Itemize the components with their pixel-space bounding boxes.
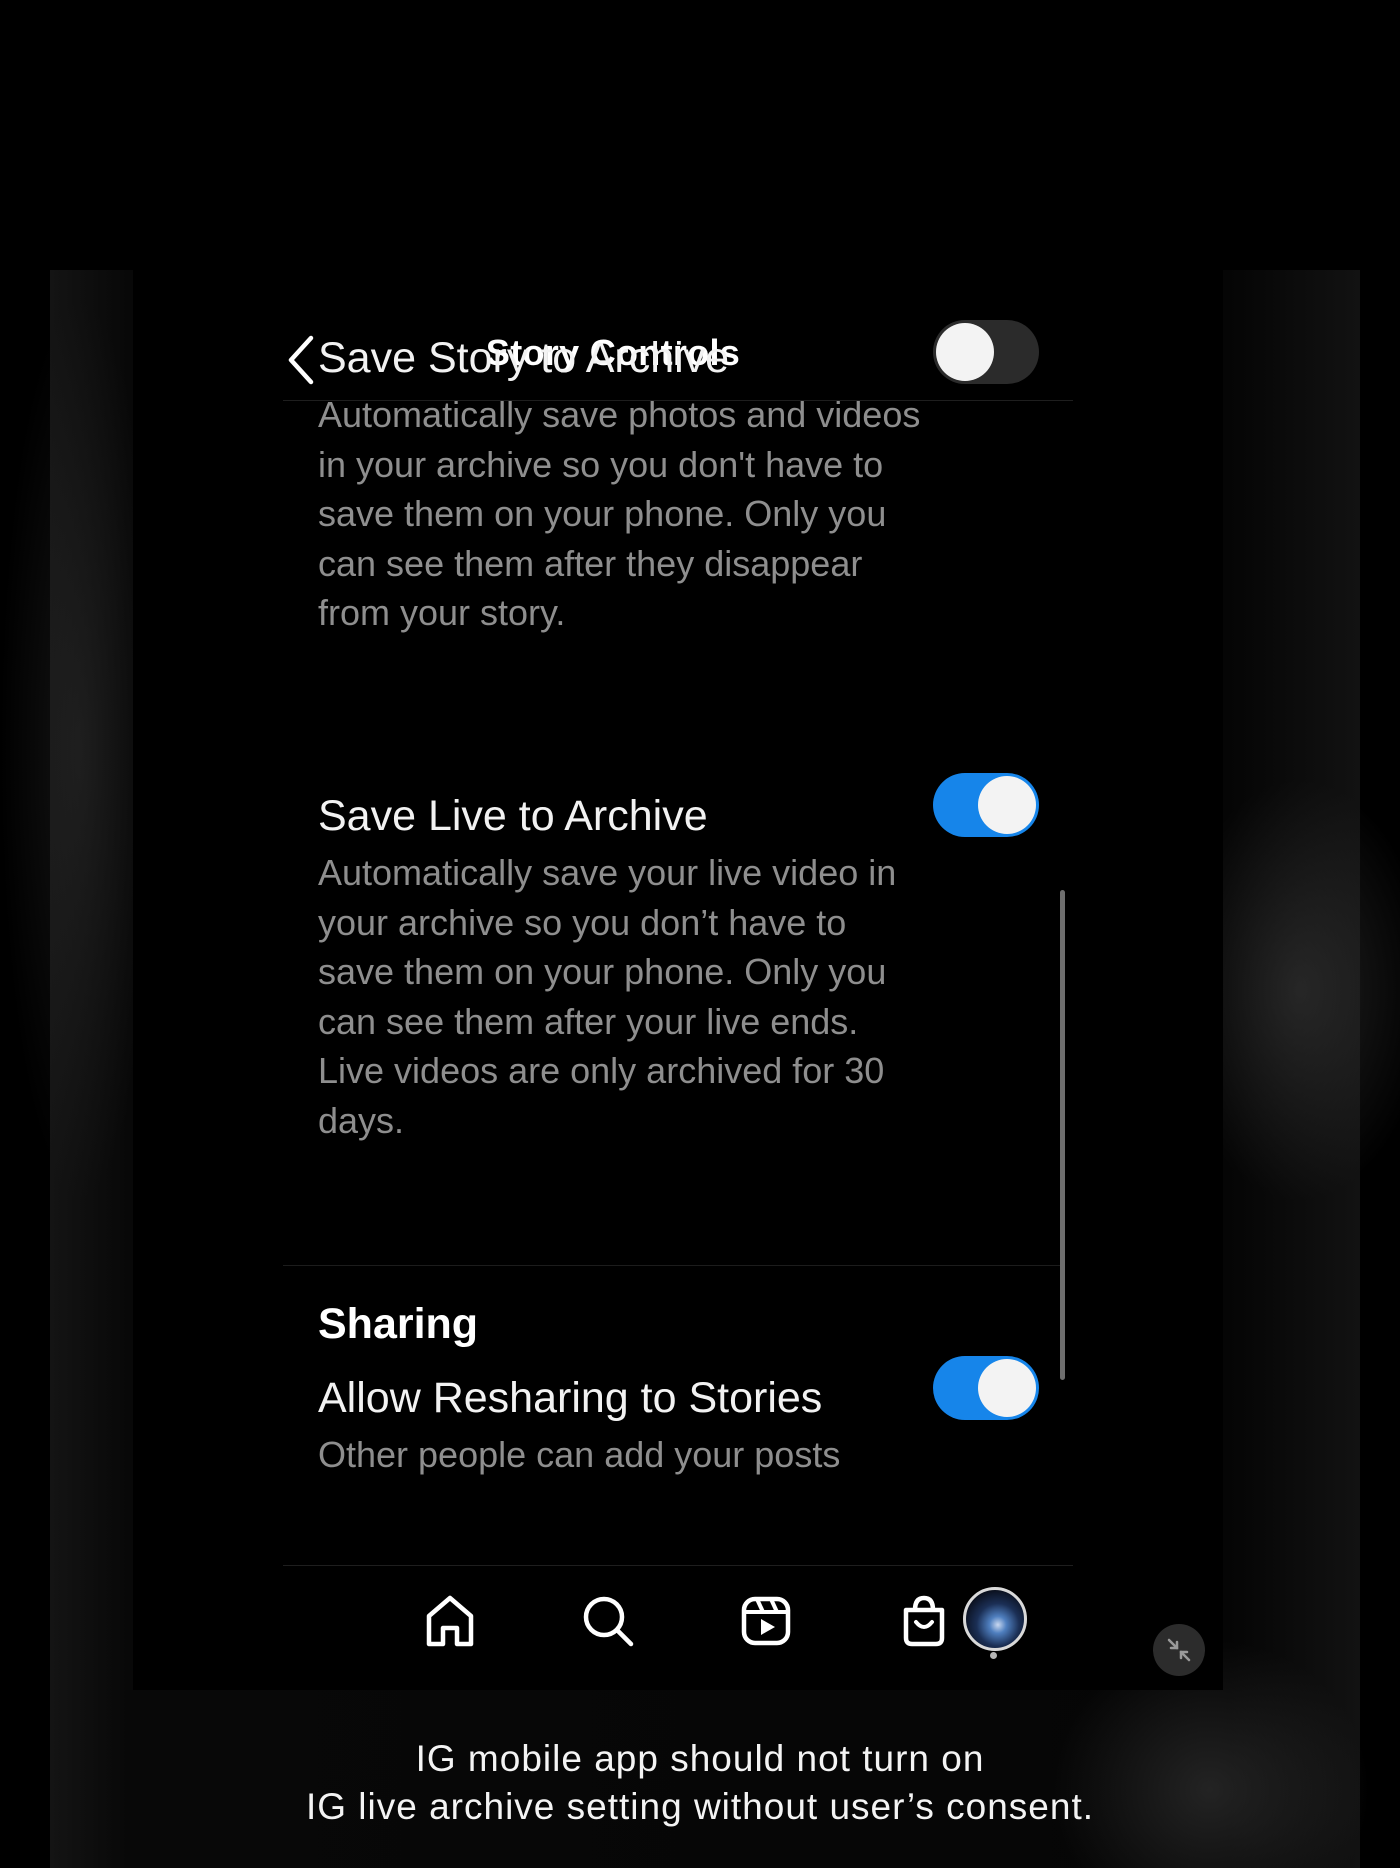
sharing-section-title: Sharing [318,1300,479,1348]
back-chevron-icon[interactable] [283,330,323,390]
section-divider [283,1265,1063,1266]
bottom-tab-bar [283,1565,1073,1690]
setting-description: Other people can add your posts [318,1434,841,1475]
collapse-icon[interactable] [1153,1624,1205,1676]
caption-line-1: IG mobile app should not turn on [415,1738,985,1779]
profile-avatar[interactable] [963,1587,1027,1651]
toggle-knob [978,1359,1036,1417]
phone-screen: Story Controls Save Story to Archive Aut… [133,270,1223,1690]
active-tab-indicator [990,1652,997,1659]
shop-icon[interactable] [889,1586,959,1656]
home-icon[interactable] [415,1586,485,1656]
allow-resharing-toggle[interactable] [933,1356,1039,1420]
toggle-knob [936,323,994,381]
save-story-archive-toggle[interactable] [933,320,1039,384]
toggle-knob [978,776,1036,834]
setting-save-live-to-archive: Save Live to Archive Automatically save … [318,790,1078,1145]
scrollbar[interactable] [1060,890,1065,1380]
setting-description: Automatically save your live video in yo… [318,852,897,1141]
save-live-archive-toggle[interactable] [933,773,1039,837]
caption-line-2: IG live archive setting without user’s c… [305,1786,1095,1827]
screenshot-stage: Story Controls Save Story to Archive Aut… [0,0,1400,1868]
setting-description: Automatically save photos and videos in … [318,394,921,633]
reels-icon[interactable] [731,1586,801,1656]
caption-text: IG mobile app should not turn on IG live… [0,1735,1400,1831]
search-icon[interactable] [573,1586,643,1656]
